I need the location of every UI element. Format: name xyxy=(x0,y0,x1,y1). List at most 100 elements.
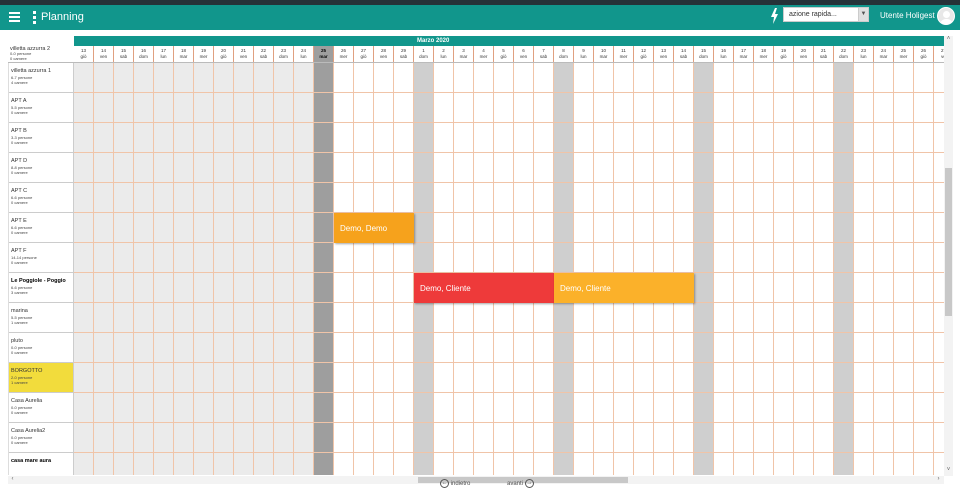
resource-item[interactable]: Le Poggiole - Poggio 6-6 persone 3 camere xyxy=(9,273,73,303)
day-of-week: ven xyxy=(239,54,248,59)
scroll-down-icon[interactable]: ˅ xyxy=(944,467,953,474)
day-header-cell: 2 lun xyxy=(434,46,454,62)
resource-name: APT E xyxy=(11,218,27,224)
booking-block[interactable]: Demo, Cliente xyxy=(414,273,554,303)
day-header-cell: 12 giò xyxy=(634,46,654,62)
day-header-cell: 29 sab xyxy=(394,46,414,62)
grid-row xyxy=(74,183,944,213)
day-of-week: mer xyxy=(899,54,908,59)
day-header-cell: 21 sab xyxy=(814,46,834,62)
day-header-cell: 24 lun xyxy=(294,46,314,62)
scroll-left-icon[interactable]: ‹ xyxy=(8,476,17,483)
resource-name: Le Poggiole - Poggio xyxy=(11,278,66,284)
day-of-week: ven xyxy=(99,54,108,59)
day-of-week: dom xyxy=(419,54,428,59)
resource-rooms: 0 camere xyxy=(11,350,28,355)
day-header-cell: 14 sab xyxy=(674,46,694,62)
booking-block[interactable]: Demo, Cliente xyxy=(554,273,694,303)
resource-item[interactable]: casa mare aura xyxy=(9,453,73,475)
resource-rooms: 0 camere xyxy=(11,200,28,205)
day-header-cell: 20 giò xyxy=(214,46,234,62)
chevron-down-icon[interactable]: ▼ xyxy=(858,8,868,21)
day-of-week: sab xyxy=(539,54,548,59)
app-header: Planning azione rapida... ▼ Utente Holig… xyxy=(0,5,960,30)
resource-item[interactable]: Casa Aurelia 0-0 persone 0 camere xyxy=(9,393,73,423)
resource-item[interactable]: Casa Aurelia2 0-0 persone 0 camere xyxy=(9,423,73,453)
resource-item[interactable]: APT C 6-6 persone 0 camere xyxy=(9,183,73,213)
booking-block[interactable]: Demo, Demo xyxy=(334,213,414,243)
resource-name: APT C xyxy=(11,188,28,194)
arrow-left-icon: ← xyxy=(440,479,449,488)
resource-rooms: 0 camere xyxy=(11,260,28,265)
day-header-cell: 16 dom xyxy=(134,46,154,62)
resource-item[interactable]: marina 5-5 persone 1 camere xyxy=(9,303,73,333)
hamburger-menu-icon[interactable] xyxy=(9,12,20,22)
resource-name: APT A xyxy=(11,98,27,104)
day-of-week: mer xyxy=(339,54,348,59)
day-of-week: mar xyxy=(879,54,888,59)
resource-name: APT D xyxy=(11,158,28,164)
back-button[interactable]: ← indietro xyxy=(440,479,470,488)
day-of-week: ven xyxy=(519,54,528,59)
grid-row xyxy=(74,363,944,393)
day-of-week: giò xyxy=(920,54,927,59)
day-header-cell: 3 mar xyxy=(454,46,474,62)
resource-item[interactable]: APT F 14-14 persone 0 camere xyxy=(9,243,73,273)
resource-name: pluto xyxy=(11,338,23,344)
scroll-up-icon[interactable]: ˄ xyxy=(944,36,953,43)
day-header-cell: 4 mer xyxy=(474,46,494,62)
quick-action-select[interactable]: azione rapida... ▼ xyxy=(783,7,869,22)
user-name[interactable]: Utente Holigest xyxy=(880,11,935,20)
day-of-week: dom xyxy=(559,54,568,59)
resource-rooms: 0 camere xyxy=(11,140,28,145)
resource-name: Casa Aurelia2 xyxy=(11,428,46,434)
day-of-week: mer xyxy=(619,54,628,59)
vertical-scroll-thumb[interactable] xyxy=(945,168,952,316)
day-header-cell: 24 mar xyxy=(874,46,894,62)
day-header-cell: 13 ven xyxy=(654,46,674,62)
resource-name: BORGOTTO xyxy=(11,368,43,374)
scroll-right-icon[interactable]: › xyxy=(934,476,943,483)
day-header-cell: 13 giò xyxy=(74,46,94,62)
next-button[interactable]: avanti → xyxy=(507,479,534,488)
resource-name: casa mare aura xyxy=(11,458,52,464)
day-of-week: mer xyxy=(199,54,208,59)
resource-item[interactable]: villetta azzurra 2 0-0 persone 0 camere xyxy=(8,46,74,63)
back-label: indietro xyxy=(450,481,471,488)
resource-item[interactable]: pluto 0-0 persone 0 camere xyxy=(9,333,73,363)
day-header-cell: 28 ven xyxy=(374,46,394,62)
planning-grid[interactable]: Demo, Demo Demo, Cliente Demo, Cliente xyxy=(74,63,944,475)
day-header-cell: 16 lun xyxy=(714,46,734,62)
day-of-week: ven xyxy=(799,54,808,59)
day-of-week: lun xyxy=(160,54,167,59)
day-of-week: ve xyxy=(941,54,944,59)
resource-item[interactable]: APT A 5-5 persone 0 camere xyxy=(9,93,73,123)
resource-item[interactable]: BORGOTTO 2-0 persone 1 camere xyxy=(9,363,73,393)
resource-rooms: 4 camere xyxy=(11,80,28,85)
resource-item[interactable]: villetta azzurra 1 6-7 persone 4 camere xyxy=(9,63,73,93)
avatar[interactable] xyxy=(937,7,955,25)
resource-rooms: 3 camere xyxy=(11,290,28,295)
day-of-week: mar xyxy=(319,54,328,59)
day-of-week: ven xyxy=(379,54,388,59)
vertical-scrollbar[interactable]: ˄ ˅ xyxy=(944,36,953,476)
day-header-cell: 5 giò xyxy=(494,46,514,62)
resource-item[interactable]: APT D 8-8 persone 0 camere xyxy=(9,153,73,183)
resource-item[interactable]: APT E 6-6 persone 0 camere xyxy=(9,213,73,243)
day-header-cell: 11 mer xyxy=(614,46,634,62)
day-header-cell: 22 sab xyxy=(254,46,274,62)
day-of-week: lun xyxy=(860,54,867,59)
grid-row xyxy=(74,243,944,273)
day-header-cell: 21 ven xyxy=(234,46,254,62)
resource-item[interactable]: APT B 3-3 persone 0 camere xyxy=(9,123,73,153)
day-header-cell: 17 lun xyxy=(154,46,174,62)
day-header-cell: 22 dom xyxy=(834,46,854,62)
month-label: Marzo 2020 xyxy=(417,38,450,44)
horizontal-scrollbar[interactable]: ‹ › xyxy=(8,476,944,484)
resource-list: villetta azzurra 1 6-7 persone 4 camere APT… xyxy=(8,63,74,475)
grid-row xyxy=(74,333,944,363)
day-header-cell: 23 dom xyxy=(274,46,294,62)
day-of-week: mer xyxy=(759,54,768,59)
resource-rooms: 0 camere xyxy=(11,230,28,235)
day-header-cell: 23 lun xyxy=(854,46,874,62)
